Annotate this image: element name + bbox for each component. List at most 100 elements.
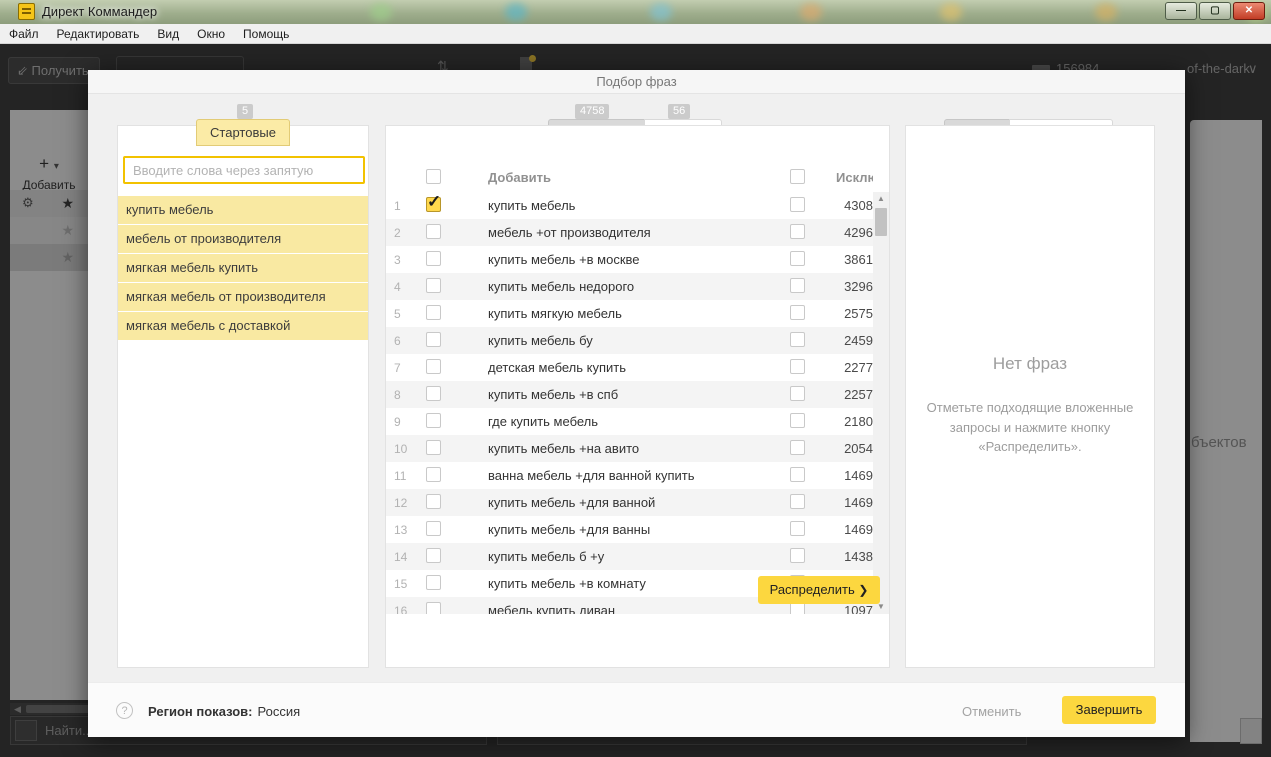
starting-phrase-item[interactable]: мягкая мебель с доставкой	[118, 312, 368, 340]
modal-footer: ? Регион показов:Россия Отменить Заверши…	[88, 682, 1185, 737]
scrollbar-thumb[interactable]	[875, 208, 887, 236]
add-checkbox[interactable]	[426, 494, 441, 509]
exclude-checkbox[interactable]	[790, 278, 805, 293]
finish-button[interactable]: Завершить	[1062, 696, 1156, 724]
add-checkbox[interactable]	[426, 386, 441, 401]
add-checkbox[interactable]	[426, 413, 441, 428]
modal-title: Подбор фраз	[88, 70, 1185, 94]
table-row: 2мебель +от производителя4296	[386, 219, 873, 246]
vertical-scrollbar[interactable]: ▲ ▼	[873, 192, 889, 614]
add-checkbox[interactable]	[426, 305, 441, 320]
empty-state-hint: Отметьте подходящие вложенные запросы и …	[910, 398, 1150, 457]
exclude-checkbox[interactable]	[790, 197, 805, 212]
add-checkbox[interactable]	[426, 602, 441, 614]
row-index: 9	[394, 415, 401, 429]
nested-phrases-panel: Добавить Исключить 1✓купить мебель43082м…	[385, 125, 890, 668]
shows-count: 4308	[844, 198, 873, 213]
table-row: 12купить мебель +для ванной1469	[386, 489, 873, 516]
row-index: 4	[394, 280, 401, 294]
row-index: 16	[394, 604, 407, 614]
phrase-text: купить мебель бу	[488, 333, 593, 348]
table-row: 3купить мебель +в москве3861	[386, 246, 873, 273]
exclude-checkbox[interactable]	[790, 224, 805, 239]
starting-phrase-item[interactable]: мягкая мебель от производителя	[118, 283, 368, 311]
menu-item-2[interactable]: Вид	[148, 24, 188, 44]
row-index: 13	[394, 523, 407, 537]
add-checkbox[interactable]	[426, 521, 441, 536]
phrase-text: детская мебель купить	[488, 360, 626, 375]
shows-count: 4296	[844, 225, 873, 240]
exclude-checkbox[interactable]	[790, 440, 805, 455]
table-row: 8купить мебель +в спб2257	[386, 381, 873, 408]
row-index: 15	[394, 577, 407, 591]
exclude-checkbox[interactable]	[790, 413, 805, 428]
exclude-checkbox[interactable]	[790, 386, 805, 401]
distribute-button[interactable]: Распределить ❯	[758, 576, 880, 604]
row-index: 1	[394, 199, 401, 213]
select-all-exclude-checkbox[interactable]	[790, 169, 805, 184]
minimize-button[interactable]: —	[1165, 2, 1197, 20]
phrase-text: купить мебель б +у	[488, 549, 604, 564]
scroll-up-icon[interactable]: ▲	[873, 192, 889, 206]
table-row: 5купить мягкую мебель2575	[386, 300, 873, 327]
menu-item-3[interactable]: Окно	[188, 24, 234, 44]
phrase-text: купить мебель +в спб	[488, 387, 618, 402]
starting-phrase-item[interactable]: мягкая мебель купить	[118, 254, 368, 282]
table-row: 13купить мебель +для ванны1469	[386, 516, 873, 543]
window-title: Директ Коммандер	[42, 4, 157, 19]
shows-count: 1097	[844, 603, 873, 614]
phrase-picker-modal: Подбор фраз 5 Стартовые купить мебельмеб…	[88, 70, 1185, 737]
exclude-checkbox[interactable]	[790, 359, 805, 374]
exclude-checkbox[interactable]	[790, 548, 805, 563]
exclude-checkbox[interactable]	[790, 251, 805, 266]
add-checkbox[interactable]	[426, 359, 441, 374]
add-checkbox[interactable]	[426, 251, 441, 266]
exclude-checkbox[interactable]	[790, 521, 805, 536]
tab-starting[interactable]: Стартовые	[196, 119, 290, 146]
phrase-table-body: 1✓купить мебель43082мебель +от производи…	[386, 192, 873, 614]
table-row: 11ванна мебель +для ванной купить1469	[386, 462, 873, 489]
cancel-button[interactable]: Отменить	[962, 704, 1021, 719]
add-checkbox[interactable]	[426, 440, 441, 455]
keywords-input[interactable]	[123, 156, 365, 184]
add-checkbox[interactable]	[426, 224, 441, 239]
select-all-add-checkbox[interactable]	[426, 169, 441, 184]
menu-item-1[interactable]: Редактировать	[48, 24, 149, 44]
close-button[interactable]: ✕	[1233, 2, 1265, 20]
nested-badge: 4758	[575, 104, 609, 119]
table-row: 10купить мебель +на авито2054	[386, 435, 873, 462]
menu-item-4[interactable]: Помощь	[234, 24, 298, 44]
help-icon[interactable]: ?	[116, 702, 133, 719]
shows-count: 1469	[844, 495, 873, 510]
table-row: 1✓купить мебель4308	[386, 192, 873, 219]
phrase-text: купить мебель +в комнату	[488, 576, 646, 591]
add-checkbox[interactable]: ✓	[426, 197, 441, 212]
starting-badge: 5	[237, 104, 253, 119]
add-checkbox[interactable]	[426, 548, 441, 563]
window-titlebar[interactable]: Директ Коммандер — ▢ ✕	[0, 0, 1271, 24]
starting-phrase-item[interactable]: мебель от производителя	[118, 225, 368, 253]
exclude-checkbox[interactable]	[790, 332, 805, 347]
taskbar-blob	[800, 3, 822, 21]
shows-count: 2054	[844, 441, 873, 456]
add-checkbox[interactable]	[426, 278, 441, 293]
table-row: 14купить мебель б +у1438	[386, 543, 873, 570]
table-row: 9где купить мебель2180	[386, 408, 873, 435]
exclude-checkbox[interactable]	[790, 467, 805, 482]
phrase-text: купить мягкую мебель	[488, 306, 622, 321]
exclude-checkbox[interactable]	[790, 494, 805, 509]
add-checkbox[interactable]	[426, 332, 441, 347]
shows-count: 2459	[844, 333, 873, 348]
taskbar-blob	[650, 3, 672, 21]
check-icon: ✓	[427, 192, 441, 212]
add-checkbox[interactable]	[426, 467, 441, 482]
starting-phrases-list: купить мебельмебель от производителямягк…	[118, 196, 368, 341]
add-checkbox[interactable]	[426, 575, 441, 590]
modal-header: Подбор фраз	[88, 70, 1185, 94]
table-row: 6купить мебель бу2459	[386, 327, 873, 354]
phrase-text: купить мебель +на авито	[488, 441, 639, 456]
maximize-button[interactable]: ▢	[1199, 2, 1231, 20]
starting-phrase-item[interactable]: купить мебель	[118, 196, 368, 224]
exclude-checkbox[interactable]	[790, 305, 805, 320]
menu-item-0[interactable]: Файл	[0, 24, 48, 44]
